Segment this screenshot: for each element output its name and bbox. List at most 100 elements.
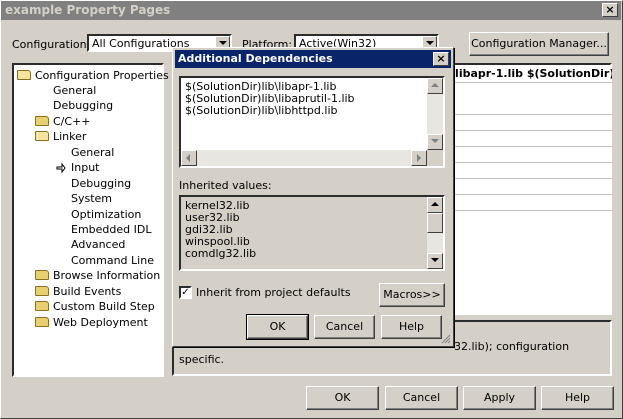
cancel-button[interactable]: Cancel bbox=[385, 386, 458, 410]
apply-button[interactable]: Apply bbox=[463, 386, 536, 410]
tree-item-label: Web Deployment bbox=[53, 316, 148, 329]
resize-grip-icon[interactable] bbox=[441, 334, 451, 344]
grid-row[interactable] bbox=[444, 115, 612, 131]
tree-item-label: Browse Information bbox=[53, 269, 161, 282]
additional-dependencies-dialog: Additional Dependencies × $(SolutionDir)… bbox=[172, 47, 454, 347]
folder-icon bbox=[35, 317, 49, 327]
tree-item-linker-general[interactable]: General bbox=[71, 145, 114, 160]
tree-item-label: C/C++ bbox=[53, 115, 91, 128]
tree-item-label: General bbox=[71, 146, 115, 159]
tree-item-browse-information[interactable]: Browse Information bbox=[35, 268, 160, 283]
selected-arrow-icon bbox=[56, 163, 66, 173]
scroll-down-button[interactable] bbox=[427, 253, 443, 269]
scroll-right-button[interactable] bbox=[411, 150, 427, 166]
dialog-title: Additional Dependencies bbox=[178, 52, 333, 65]
arrow-left-icon bbox=[186, 154, 190, 162]
tree-item-web-deployment[interactable]: Web Deployment bbox=[35, 315, 148, 330]
dependencies-vertical-scrollbar[interactable] bbox=[427, 78, 443, 150]
tree-item-label: Linker bbox=[53, 130, 87, 143]
configuration-manager-button[interactable]: Configuration Manager... bbox=[469, 32, 609, 56]
grid-row[interactable] bbox=[444, 179, 612, 195]
tree-item-configuration-properties[interactable]: Configuration Properties bbox=[17, 68, 169, 83]
arrow-down-icon bbox=[431, 139, 439, 143]
dependency-line: $(SolutionDir)lib\libhttpd.lib bbox=[185, 104, 338, 117]
folder-icon bbox=[35, 286, 49, 296]
dialog-help-button[interactable]: Help bbox=[381, 315, 442, 339]
tree-item-build-events[interactable]: Build Events bbox=[35, 284, 121, 299]
inherited-values-list[interactable]: kernel32.lib user32.lib gdi32.lib winspo… bbox=[179, 195, 445, 271]
dialog-cancel-button[interactable]: Cancel bbox=[314, 315, 375, 339]
ok-button[interactable]: OK bbox=[306, 386, 379, 410]
tree-item-label: General bbox=[53, 84, 97, 97]
tree-item-c-cpp[interactable]: C/C++ bbox=[35, 114, 91, 129]
macros-button[interactable]: Macros>> bbox=[379, 283, 445, 307]
inherit-checkbox-label[interactable]: Inherit from project defaults bbox=[196, 286, 351, 299]
tree-item-command-line[interactable]: Command Line bbox=[71, 253, 154, 268]
arrow-right-icon bbox=[417, 154, 421, 162]
tree-item-label: Advanced bbox=[71, 238, 126, 251]
grid-row[interactable] bbox=[444, 195, 612, 211]
grid-row[interactable] bbox=[444, 131, 612, 147]
chevron-down-icon bbox=[219, 41, 227, 45]
dialog-ok-button[interactable]: OK bbox=[246, 314, 309, 340]
chevron-down-icon bbox=[426, 41, 434, 45]
scrollbar-corner bbox=[427, 150, 443, 166]
inherited-line: comdlg32.lib bbox=[185, 247, 257, 260]
tree-item-label: Debugging bbox=[71, 177, 132, 190]
scroll-left-button[interactable] bbox=[181, 150, 197, 166]
window-close-button[interactable]: × bbox=[602, 3, 618, 17]
tree-item-advanced[interactable]: Advanced bbox=[71, 237, 125, 252]
dependencies-horizontal-scrollbar[interactable] bbox=[181, 150, 427, 166]
tree-item-optimization[interactable]: Optimization bbox=[71, 207, 141, 222]
tree-item-input[interactable]: Input bbox=[71, 160, 99, 175]
inherited-vertical-scrollbar[interactable] bbox=[427, 197, 443, 269]
grid-row[interactable] bbox=[444, 147, 612, 163]
configuration-label: Configuration: bbox=[12, 38, 91, 51]
grid-row[interactable] bbox=[444, 99, 612, 115]
window-title-bar: example Property Pages bbox=[1, 1, 621, 20]
tree-item-label: Configuration Properties bbox=[35, 69, 169, 82]
inherited-values-label: Inherited values: bbox=[179, 179, 272, 192]
open-folder-icon bbox=[17, 70, 31, 80]
arrow-down-icon bbox=[431, 258, 439, 262]
tree-item-label: Custom Build Step bbox=[53, 300, 155, 313]
tree-item-system[interactable]: System bbox=[71, 191, 112, 206]
dialog-close-button[interactable]: × bbox=[433, 52, 449, 66]
folder-icon bbox=[35, 116, 49, 126]
folder-icon bbox=[35, 270, 49, 280]
help-button[interactable]: Help bbox=[541, 386, 614, 410]
tree-item-label: System bbox=[71, 192, 113, 205]
grid-row[interactable] bbox=[444, 163, 612, 179]
tree-item-label: Build Events bbox=[53, 285, 122, 298]
close-icon: × bbox=[605, 3, 615, 16]
scroll-thumb[interactable] bbox=[427, 213, 443, 233]
scroll-down-button[interactable] bbox=[427, 134, 443, 150]
dialog-title-bar: Additional Dependencies bbox=[175, 50, 451, 68]
tree-item-label: Command Line bbox=[71, 254, 154, 267]
folder-icon bbox=[35, 301, 49, 311]
property-tree[interactable]: Configuration Properties General Debuggi… bbox=[12, 63, 169, 377]
open-folder-icon bbox=[35, 131, 49, 141]
arrow-up-icon bbox=[431, 83, 439, 87]
tree-item-label: Input bbox=[71, 161, 100, 174]
description-text: specific. bbox=[179, 353, 225, 366]
additional-dependencies-value[interactable]: )\libapr-1.lib $(SolutionDir)lil bbox=[444, 65, 612, 83]
checkmark-icon: ✓ bbox=[181, 287, 190, 298]
tree-item-label: Optimization bbox=[71, 208, 142, 221]
inherit-checkbox[interactable]: ✓ bbox=[179, 286, 192, 299]
arrow-up-icon bbox=[431, 202, 439, 206]
tree-item-custom-build-step[interactable]: Custom Build Step bbox=[35, 299, 155, 314]
description-text-fragment: 32.lib); configuration bbox=[454, 340, 570, 353]
tree-item-general[interactable]: General bbox=[53, 83, 96, 98]
close-icon: × bbox=[436, 52, 446, 65]
tree-item-linker-debugging[interactable]: Debugging bbox=[71, 176, 131, 191]
window-title: example Property Pages bbox=[5, 3, 171, 17]
tree-item-label: Embedded IDL bbox=[71, 223, 152, 236]
tree-item-label: Debugging bbox=[53, 99, 114, 112]
tree-item-embedded-idl[interactable]: Embedded IDL bbox=[71, 222, 151, 237]
tree-item-linker[interactable]: Linker bbox=[35, 129, 86, 144]
scroll-up-button[interactable] bbox=[427, 78, 443, 94]
scroll-up-button[interactable] bbox=[427, 197, 443, 213]
tree-item-debugging[interactable]: Debugging bbox=[53, 98, 113, 113]
dependencies-editbox[interactable]: $(SolutionDir)lib\libapr-1.lib $(Solutio… bbox=[179, 76, 445, 168]
